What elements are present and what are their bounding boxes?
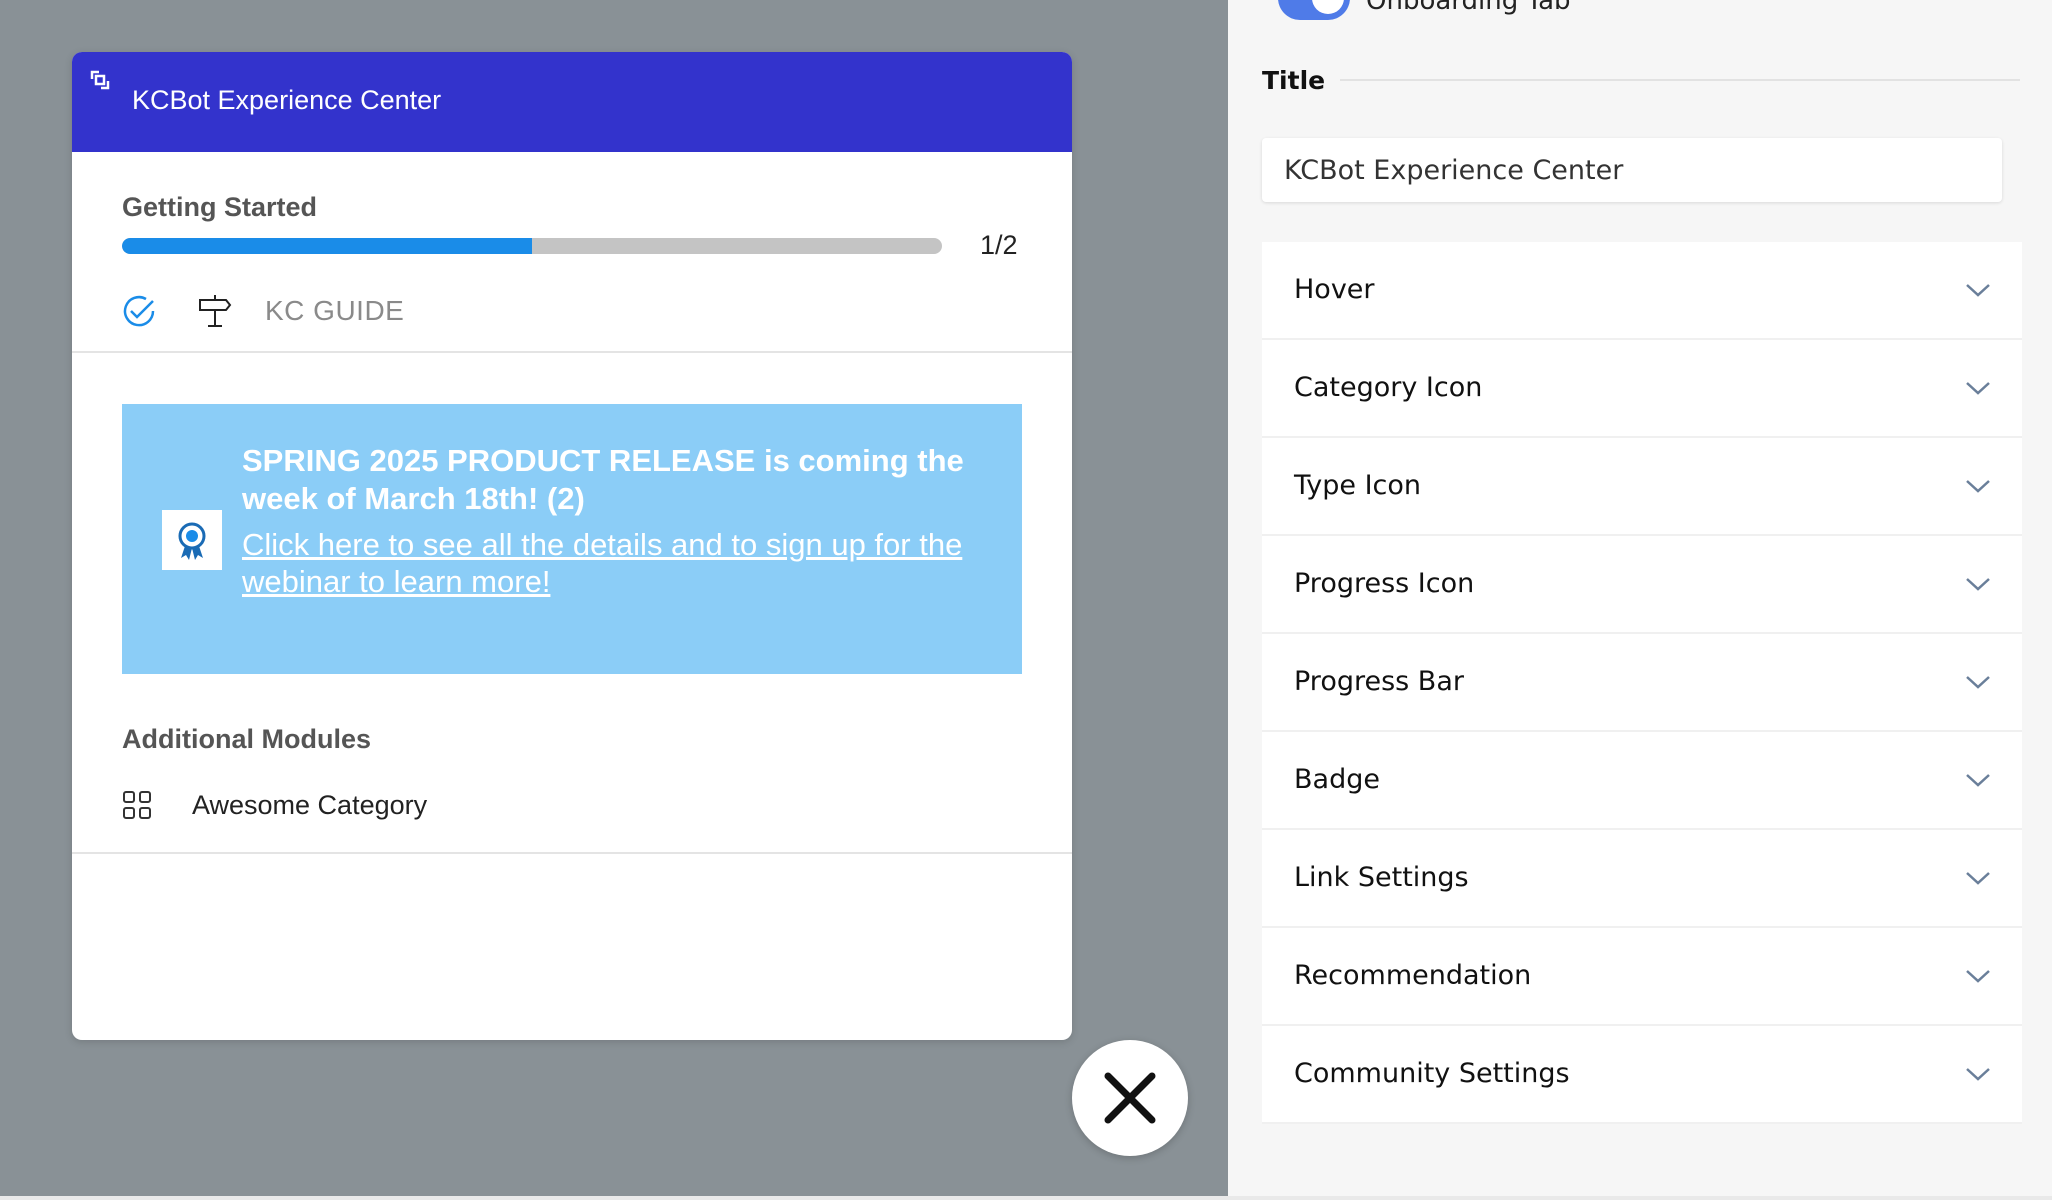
chevron-down-icon bbox=[1966, 382, 1990, 395]
accordion-label: Type Icon bbox=[1294, 470, 1422, 501]
accordion-community-settings[interactable]: Community Settings bbox=[1262, 1026, 2022, 1124]
getting-started-label: Getting Started bbox=[122, 192, 318, 222]
banner-heading: SPRING 2025 PRODUCT RELEASE is coming th… bbox=[242, 443, 964, 516]
title-input[interactable] bbox=[1262, 138, 2002, 202]
chevron-down-icon bbox=[1966, 774, 1990, 787]
accordion-label: Category Icon bbox=[1294, 372, 1483, 403]
widget-title: KCBot Experience Center bbox=[132, 85, 442, 115]
accordion-category-icon[interactable]: Category Icon bbox=[1262, 340, 2022, 438]
additional-modules-label: Additional Modules bbox=[122, 724, 371, 754]
chevron-down-icon bbox=[1966, 578, 1990, 591]
settings-accordion: Hover Category Icon Type Icon Progress I… bbox=[1262, 242, 2022, 1124]
chevron-down-icon bbox=[1966, 872, 1990, 885]
accordion-link-settings[interactable]: Link Settings bbox=[1262, 830, 2022, 928]
accordion-label: Progress Icon bbox=[1294, 568, 1475, 599]
accordion-label: Recommendation bbox=[1294, 960, 1532, 991]
list-item[interactable]: Awesome Category bbox=[72, 764, 1072, 854]
chevron-down-icon bbox=[1966, 676, 1990, 689]
accordion-label: Hover bbox=[1294, 274, 1375, 305]
accordion-label: Progress Bar bbox=[1294, 666, 1464, 697]
bottom-divider bbox=[0, 1196, 2052, 1200]
accordion-recommendation[interactable]: Recommendation bbox=[1262, 928, 2022, 1026]
accordion-label: Community Settings bbox=[1294, 1058, 1570, 1089]
accordion-badge[interactable]: Badge bbox=[1262, 732, 2022, 830]
title-label: Title bbox=[1262, 66, 1326, 95]
accordion-progress-bar[interactable]: Progress Bar bbox=[1262, 634, 2022, 732]
onboarding-tab-toggle[interactable] bbox=[1278, 0, 1350, 20]
signpost-icon[interactable] bbox=[196, 292, 234, 330]
check-circle-icon bbox=[120, 292, 158, 330]
accordion-type-icon[interactable]: Type Icon bbox=[1262, 438, 2022, 536]
toggle-knob bbox=[1312, 0, 1344, 14]
progress-count: 1/2 bbox=[980, 230, 1018, 260]
chevron-down-icon bbox=[1966, 970, 1990, 983]
onboarding-tab-label: Onboarding Tab bbox=[1366, 0, 1571, 16]
banner-details-link[interactable]: Click here to see all the details and to… bbox=[242, 526, 982, 600]
title-divider bbox=[1340, 79, 2020, 81]
accordion-hover[interactable]: Hover bbox=[1262, 242, 2022, 340]
award-badge-icon bbox=[162, 510, 222, 570]
accordion-label: Link Settings bbox=[1294, 862, 1469, 893]
experience-center-widget: KCBot Experience Center Getting Started … bbox=[72, 52, 1072, 1040]
chevron-down-icon bbox=[1966, 284, 1990, 297]
close-button[interactable] bbox=[1072, 1040, 1188, 1156]
chevron-down-icon bbox=[1966, 1068, 1990, 1081]
chevron-down-icon bbox=[1966, 480, 1990, 493]
getting-started-section: Getting Started 1/2 KC GUIDE bbox=[72, 152, 1072, 353]
accordion-progress-icon[interactable]: Progress Icon bbox=[1262, 536, 2022, 634]
settings-panel: Onboarding Tab Title Hover Category Icon… bbox=[1228, 0, 2052, 1196]
grid-icon bbox=[122, 790, 152, 820]
announcement-banner: SPRING 2025 PRODUCT RELEASE is coming th… bbox=[122, 404, 1022, 674]
expand-icon[interactable] bbox=[90, 70, 110, 90]
accordion-label: Badge bbox=[1294, 764, 1380, 795]
category-label: Awesome Category bbox=[192, 790, 428, 820]
progress-bar bbox=[122, 238, 942, 254]
progress-bar-fill bbox=[122, 238, 532, 254]
kc-guide-link[interactable]: KC GUIDE bbox=[265, 295, 404, 327]
close-icon bbox=[1104, 1072, 1156, 1124]
preview-area: KCBot Experience Center Getting Started … bbox=[0, 0, 1228, 1196]
widget-header: KCBot Experience Center bbox=[72, 52, 1072, 152]
